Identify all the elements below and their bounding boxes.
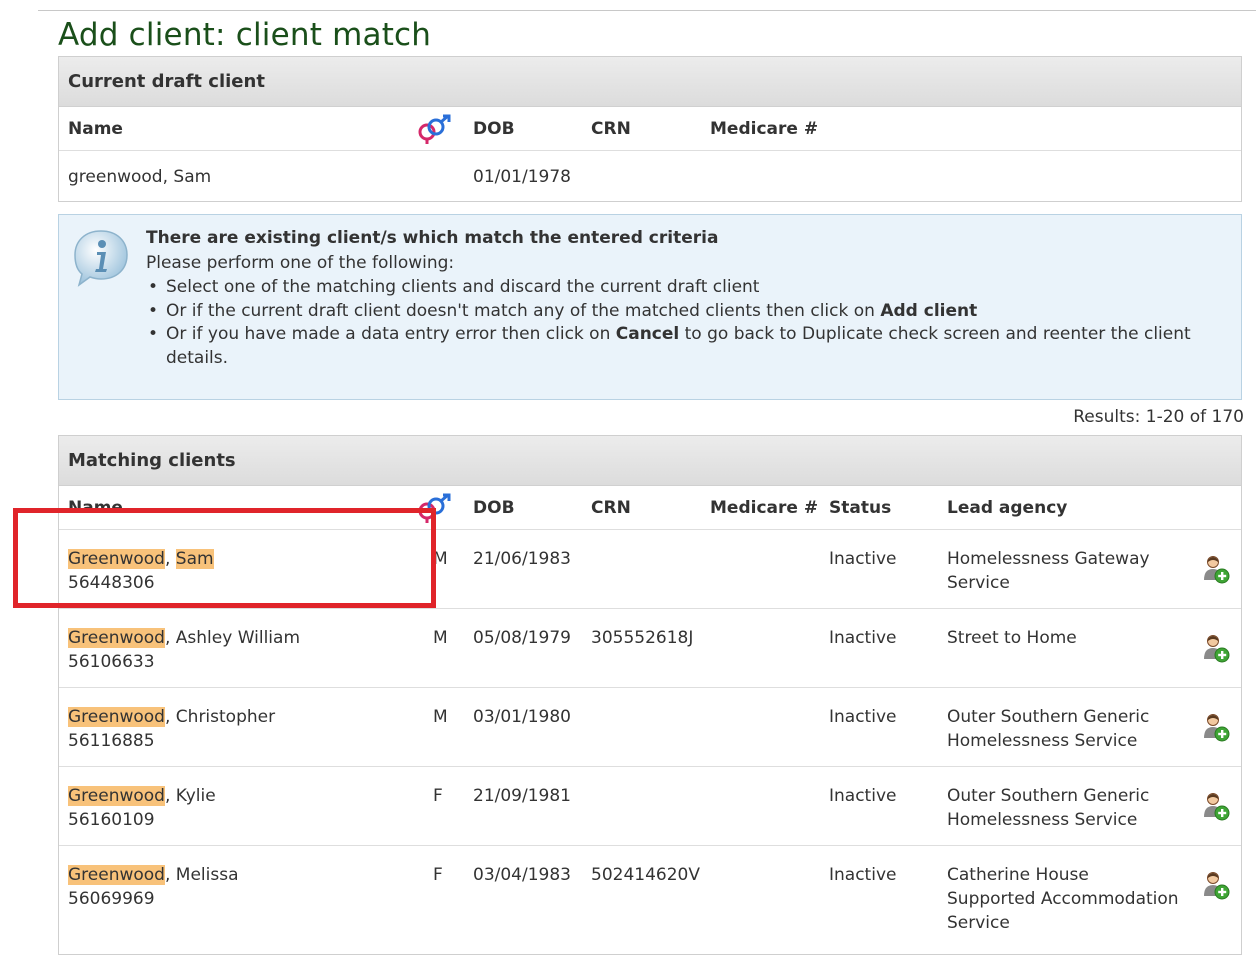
draft-client-row: greenwood, Sam 01/01/1978 — [59, 151, 1241, 203]
client-given-name: Ashley William — [175, 628, 301, 648]
client-surname: Greenwood — [68, 865, 165, 885]
info-item: Or if the current draft client doesn't m… — [146, 300, 1221, 324]
client-row[interactable]: Greenwood, Kylie 56160109 F 21/09/1981 Inact… — [59, 766, 1241, 845]
client-dob: 21/06/1983 — [473, 549, 571, 569]
add-client-icon[interactable] — [1201, 633, 1231, 663]
info-subtitle: Please perform one of the following: — [146, 253, 455, 273]
client-dob: 21/09/1981 — [473, 786, 571, 806]
client-name-cell[interactable]: Greenwood, Christopher 56116885 — [68, 705, 275, 753]
client-crn: 502414620V — [591, 865, 700, 885]
client-surname: Greenwood — [68, 707, 165, 727]
client-dob: 03/04/1983 — [473, 865, 571, 885]
client-name-cell[interactable]: Greenwood, Ashley William 56106633 — [68, 626, 300, 674]
client-name-cell[interactable]: Greenwood, Melissa 56069969 — [68, 863, 239, 911]
client-given-name: Melissa — [175, 865, 239, 885]
annotation-highlight-box — [13, 508, 436, 608]
client-lead-agency: Catherine House Supported Accommodation … — [947, 865, 1179, 933]
gender-symbol-icon — [418, 114, 451, 144]
client-lead-agency: Homelessness Gateway Service — [947, 549, 1150, 593]
page-title: Add client: client match — [58, 17, 432, 53]
add-client-icon[interactable] — [1201, 712, 1231, 742]
client-id: 56069969 — [68, 889, 155, 909]
info-item-text: Select one of the matching clients and d… — [166, 277, 760, 297]
draft-client-panel: Current draft client Name DOB CRN Medica… — [58, 56, 1242, 202]
client-gender: F — [433, 865, 443, 885]
info-list: Select one of the matching clients and d… — [146, 276, 1221, 370]
cancel-reference: Cancel — [615, 324, 680, 344]
info-item-text: Or if you have made a data entry error t… — [166, 324, 616, 344]
client-lead-agency: Outer Southern Generic Homelessness Serv… — [947, 707, 1150, 751]
client-given-name: Christopher — [175, 707, 276, 727]
client-status: Inactive — [829, 865, 897, 885]
draft-panel-header: Current draft client — [59, 57, 1241, 107]
matching-panel-header: Matching clients — [59, 436, 1241, 486]
col-crn[interactable]: CRN — [591, 119, 631, 139]
add-client-icon[interactable] — [1201, 554, 1231, 584]
results-count: Results: 1-20 of 170 — [1073, 407, 1244, 427]
client-id: 56160109 — [68, 810, 155, 830]
col-medicare[interactable]: Medicare # — [710, 498, 818, 518]
client-gender: M — [433, 628, 448, 648]
col-dob[interactable]: DOB — [473, 119, 515, 139]
client-surname: Greenwood — [68, 786, 165, 806]
client-given-name: Kylie — [175, 786, 216, 806]
col-status[interactable]: Status — [829, 498, 891, 518]
info-icon — [74, 230, 128, 287]
client-dob: 03/01/1980 — [473, 707, 571, 727]
add-client-icon[interactable] — [1201, 791, 1231, 821]
client-lead-agency: Street to Home — [947, 628, 1077, 648]
client-status: Inactive — [829, 549, 897, 569]
info-item: Select one of the matching clients and d… — [146, 276, 1221, 300]
client-row[interactable]: Greenwood, Melissa 56069969 F 03/04/1983 502… — [59, 845, 1241, 933]
client-id: 56116885 — [68, 731, 155, 751]
col-medicare[interactable]: Medicare # — [710, 119, 818, 139]
client-gender: M — [433, 707, 448, 727]
info-message-box: There are existing client/s which match … — [58, 214, 1242, 400]
client-gender: F — [433, 786, 443, 806]
client-lead-agency: Outer Southern Generic Homelessness Serv… — [947, 786, 1150, 830]
client-row[interactable]: Greenwood, Christopher 56116885 M 03/01/198… — [59, 687, 1241, 766]
col-lead-agency[interactable]: Lead agency — [947, 498, 1067, 518]
draft-table-header: Name DOB CRN Medicare # — [59, 107, 1241, 151]
add-client-icon[interactable] — [1201, 870, 1231, 900]
info-item: Or if you have made a data entry error t… — [146, 323, 1221, 370]
top-divider — [38, 10, 1256, 11]
client-status: Inactive — [829, 628, 897, 648]
client-status: Inactive — [829, 707, 897, 727]
client-surname: Greenwood — [68, 628, 165, 648]
col-dob[interactable]: DOB — [473, 498, 515, 518]
client-row[interactable]: Greenwood, Ashley William 56106633 M 05/08/… — [59, 608, 1241, 687]
col-crn[interactable]: CRN — [591, 498, 631, 518]
draft-client-dob: 01/01/1978 — [473, 167, 571, 187]
client-id: 56106633 — [68, 652, 155, 672]
client-crn: 305552618J — [591, 628, 694, 648]
col-name[interactable]: Name — [68, 119, 123, 139]
client-status: Inactive — [829, 786, 897, 806]
client-dob: 05/08/1979 — [473, 628, 571, 648]
client-name-cell[interactable]: Greenwood, Kylie 56160109 — [68, 784, 216, 832]
add-client-reference: Add client — [880, 300, 978, 321]
info-title: There are existing client/s which match … — [146, 228, 719, 248]
info-item-text: Or if the current draft client doesn't m… — [166, 300, 881, 321]
draft-client-name: greenwood, Sam — [68, 167, 212, 187]
